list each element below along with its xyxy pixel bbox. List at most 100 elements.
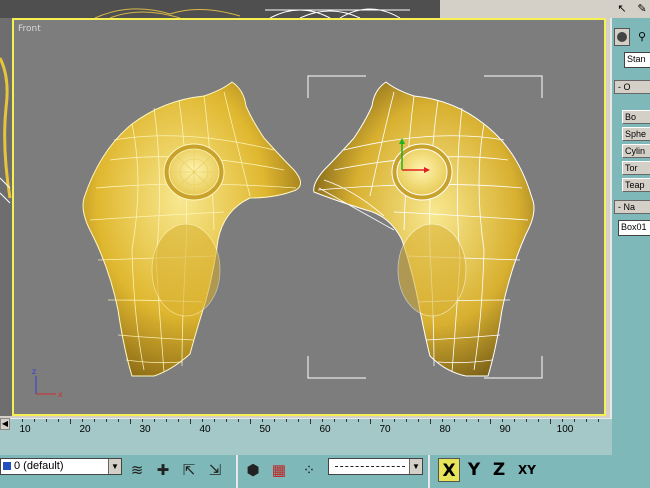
svg-text:x: x [58, 390, 63, 399]
ruler-minor-tick [538, 419, 539, 422]
ruler-minor-tick [478, 419, 479, 422]
ruler-minor-tick [394, 419, 395, 422]
right-mesh-object [313, 81, 535, 377]
ruler-minor-tick [550, 419, 551, 424]
select-layer-icon[interactable]: ⇲ [204, 459, 226, 481]
ruler-minor-tick [46, 419, 47, 422]
ruler-tick-label: 10 [19, 424, 31, 435]
ruler-minor-tick [454, 419, 455, 422]
ruler-minor-tick [202, 419, 203, 422]
ruler-minor-tick [358, 419, 359, 422]
geometry-category-button[interactable] [614, 28, 630, 46]
timeline-ruler[interactable]: 10 20 30 40 50 60 70 80 90 100 [0, 418, 612, 437]
axis-y-button[interactable]: Y [463, 458, 485, 482]
left-mesh-object [82, 81, 301, 377]
rollout-object-type[interactable]: - O [614, 80, 650, 94]
shapes-category-icon[interactable]: ⚲ [634, 30, 650, 44]
top-viewport-wireframe [94, 0, 612, 18]
ruler-minor-tick [94, 419, 95, 422]
torus-button[interactable]: Tor [622, 161, 650, 175]
create-tab-icon[interactable]: ✎ [634, 2, 650, 16]
ruler-minor-tick [382, 419, 383, 422]
select-arrow-icon[interactable]: ↖ [614, 2, 630, 16]
create-layer-icon[interactable]: ✚ [152, 459, 174, 481]
ruler-minor-tick [190, 419, 191, 424]
object-type-dropdown[interactable]: Stan [624, 52, 650, 68]
ruler-tick-label: 50 [259, 424, 271, 435]
ruler-minor-tick [526, 419, 527, 422]
ruler-minor-tick [322, 419, 323, 422]
axis-xy-button[interactable]: XY [513, 458, 541, 482]
axis-tripod-icon: z x [32, 367, 63, 399]
ruler-minor-tick [178, 419, 179, 422]
ruler-tick-label: 80 [439, 424, 451, 435]
named-selection-dropdown[interactable]: ▼ [328, 458, 423, 475]
ruler-minor-tick [442, 419, 443, 422]
ruler-minor-tick [214, 419, 215, 422]
ruler-tick-label: 20 [79, 424, 91, 435]
ruler-minor-tick [22, 419, 23, 422]
grid-snap-icon[interactable]: ▦ [268, 459, 290, 481]
front-viewport[interactable]: Front z x [12, 18, 606, 416]
command-panel-tabs: ↖ ✎ [612, 0, 650, 18]
box-button[interactable]: Bo [622, 110, 650, 124]
ruler-minor-tick [70, 419, 71, 424]
ruler-minor-tick [334, 419, 335, 422]
ruler-scroll-left-icon[interactable]: ◀ [0, 418, 10, 430]
layer-list-icon[interactable]: ≋ [126, 459, 148, 481]
ruler-minor-tick [166, 419, 167, 422]
sphere-button[interactable]: Sphe [622, 127, 650, 141]
axis-x-button[interactable]: X [438, 458, 460, 482]
command-panel: ↖ ✎ ⚲ Stan - O Bo Sphe Cylin Tor Teap - … [610, 0, 650, 488]
ruler-tick-label: 90 [499, 424, 511, 435]
particle-icon[interactable]: ⁘ [298, 459, 320, 481]
chevron-down-icon[interactable]: ▼ [409, 459, 422, 474]
ruler-tick-label: 40 [199, 424, 211, 435]
ruler-minor-tick [238, 419, 239, 422]
ruler-minor-tick [418, 419, 419, 422]
ruler-minor-tick [106, 419, 107, 422]
ruler-minor-tick [286, 419, 287, 422]
ruler-minor-tick [346, 419, 347, 422]
layer-color-swatch [3, 462, 11, 471]
ruler-minor-tick [586, 419, 587, 422]
viewport-scene: z x [32, 75, 543, 399]
sphere-icon [617, 32, 627, 42]
ruler-tick-label: 70 [379, 424, 391, 435]
ruler-tick-label: 60 [319, 424, 331, 435]
ruler-tick-label: 100 [556, 424, 574, 435]
ruler-minor-tick [34, 419, 35, 422]
ruler-minor-tick [154, 419, 155, 422]
ruler-minor-tick [430, 419, 431, 424]
axis-z-button[interactable]: Z [488, 458, 510, 482]
ruler-minor-tick [262, 419, 263, 422]
cylinder-button[interactable]: Cylin [622, 144, 650, 158]
rollout-name-color[interactable]: - Na [614, 200, 650, 214]
ruler-minor-tick [574, 419, 575, 422]
object-properties-icon[interactable]: ⬢ [242, 459, 264, 481]
ruler-minor-tick [130, 419, 131, 424]
layer-value: 0 (default) [14, 460, 64, 472]
ruler-minor-tick [310, 419, 311, 424]
ruler-minor-tick [142, 419, 143, 422]
ruler-minor-tick [502, 419, 503, 422]
ruler-minor-tick [514, 419, 515, 422]
toolbar-separator [428, 455, 430, 488]
toolbar-separator [236, 455, 238, 488]
svg-text:z: z [32, 367, 36, 376]
chevron-down-icon[interactable]: ▼ [108, 459, 121, 474]
ruler-minor-tick [598, 419, 599, 422]
object-name-field[interactable]: Box01 [618, 220, 650, 236]
add-to-layer-icon[interactable]: ⇱ [178, 459, 200, 481]
ruler-minor-tick [466, 419, 467, 422]
ruler-minor-tick [298, 419, 299, 422]
layer-dropdown[interactable]: 0 (default) ▼ [0, 458, 122, 475]
ruler-minor-tick [226, 419, 227, 422]
ruler-minor-tick [82, 419, 83, 422]
ruler-minor-tick [406, 419, 407, 422]
ruler-minor-tick [562, 419, 563, 422]
bottom-toolbar: 0 (default) ▼ ≋ ✚ ⇱ ⇲ ⬢ ▦ ⁘ ▼ X Y Z XY [0, 455, 612, 488]
ruler-minor-tick [370, 419, 371, 424]
teapot-button[interactable]: Teap [622, 178, 650, 192]
ruler-tick-label: 30 [139, 424, 151, 435]
